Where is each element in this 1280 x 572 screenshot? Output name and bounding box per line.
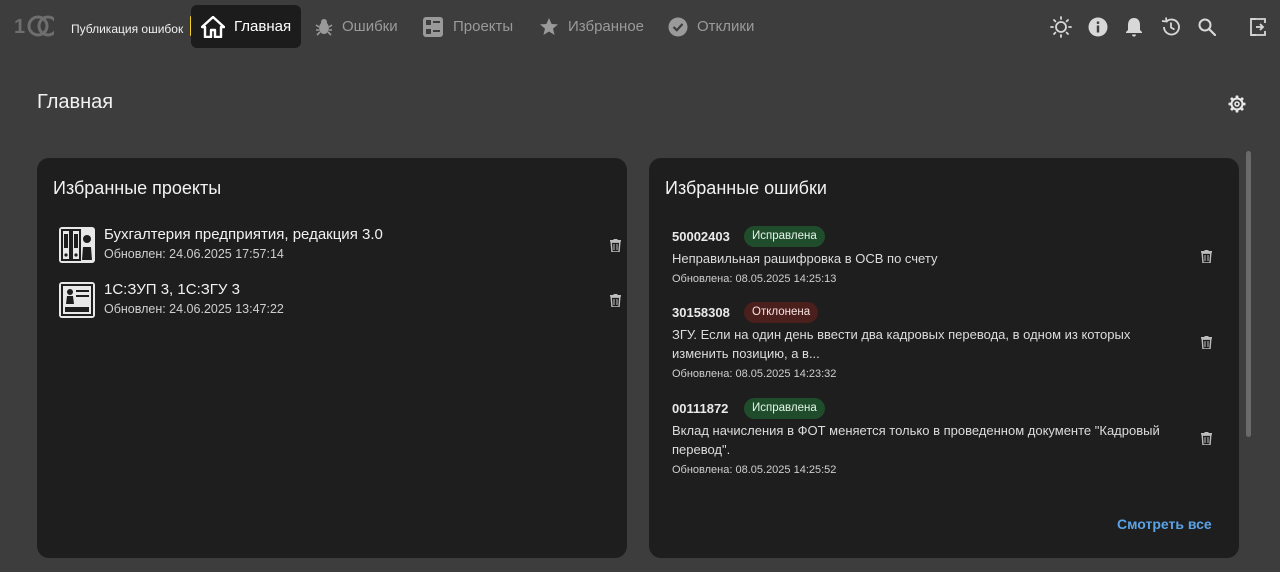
bug-icon — [315, 18, 333, 36]
error-description: Вклад начисления в ФОТ меняется только в… — [672, 421, 1172, 459]
project-name[interactable]: 1С:ЗУП 3, 1С:ЗГУ 3 — [104, 281, 240, 298]
top-bar: 1 Публикация ошибок Главная Ошибки Проек… — [0, 0, 1280, 54]
error-description-line: перевод". — [672, 442, 731, 457]
error-updated: Обновлена: 08.05.2025 14:25:13 — [672, 273, 837, 285]
error-description: Неправильная рашифровка в ОСВ по счету — [672, 249, 1172, 268]
project-item[interactable]: Бухгалтерия предприятия, редакция 3.0 Об… — [59, 225, 621, 265]
nav-responses[interactable]: Отклики — [668, 5, 754, 48]
logo-icon: 1 — [14, 15, 60, 37]
favorite-errors-card: Избранные ошибки 50002403 Исправлена Неп… — [649, 158, 1239, 558]
error-updated: Обновлена: 08.05.2025 14:25:52 — [672, 464, 837, 476]
star-icon — [539, 17, 559, 37]
error-id[interactable]: 50002403 — [672, 229, 730, 244]
bell-icon — [1126, 18, 1142, 37]
logout-icon — [1250, 18, 1266, 36]
search-icon — [1198, 18, 1216, 36]
page-scrollbar[interactable] — [1246, 151, 1251, 437]
svg-text:1: 1 — [14, 16, 25, 37]
nav-responses-label: Отклики — [697, 18, 755, 35]
error-description-line: изменить позицию, а в... — [672, 346, 820, 361]
remove-favorite-button[interactable] — [1199, 431, 1213, 445]
nav-favorites[interactable]: Избранное — [539, 5, 644, 48]
history-icon — [1161, 17, 1180, 36]
info-button[interactable] — [1087, 16, 1109, 38]
favorite-projects-card: Избранные проекты Бухгалтерия предприяти… — [37, 158, 627, 558]
project-updated: Обновлен: 24.06.2025 17:57:14 — [104, 247, 284, 261]
home-icon — [201, 15, 225, 38]
remove-favorite-button[interactable] — [1199, 335, 1213, 349]
error-updated: Обновлена: 08.05.2025 14:23:32 — [672, 368, 837, 380]
nav-projects[interactable]: Проекты — [422, 5, 513, 48]
error-id[interactable]: 00111872 — [672, 401, 728, 416]
remove-favorite-button[interactable] — [608, 293, 622, 307]
remove-favorite-button[interactable] — [608, 238, 622, 252]
hr-project-icon — [59, 282, 95, 318]
error-description: ЗГУ. Если на один день ввести два кадров… — [672, 325, 1172, 363]
history-button[interactable] — [1160, 16, 1182, 38]
trash-icon — [609, 238, 621, 252]
trash-icon — [1200, 335, 1212, 349]
check-circle-icon — [668, 17, 688, 37]
theme-sun-icon — [1050, 16, 1072, 38]
projects-icon — [422, 16, 444, 38]
status-badge: Исправлена — [744, 226, 825, 247]
trash-icon — [1200, 249, 1212, 263]
nav-errors-label: Ошибки — [342, 18, 398, 35]
nav-errors[interactable]: Ошибки — [315, 5, 398, 48]
favorite-errors-title: Избранные ошибки — [665, 178, 827, 198]
logout-button[interactable] — [1247, 16, 1269, 38]
accounting-project-icon — [59, 227, 95, 263]
app-title: Публикация ошибок — [71, 22, 184, 36]
status-badge: Исправлена — [744, 398, 825, 419]
nav-home[interactable]: Главная — [191, 5, 302, 48]
nav-home-label: Главная — [234, 18, 292, 35]
error-id[interactable]: 30158308 — [672, 305, 730, 320]
search-button[interactable] — [1196, 16, 1218, 38]
favorite-projects-title: Избранные проекты — [53, 178, 222, 198]
project-name[interactable]: Бухгалтерия предприятия, редакция 3.0 — [104, 226, 383, 243]
trash-icon — [1200, 431, 1212, 445]
trash-icon — [609, 293, 621, 307]
theme-toggle-button[interactable] — [1050, 16, 1072, 38]
error-description-line: Неправильная рашифровка в ОСВ по счету — [672, 251, 938, 266]
page-title: Главная — [37, 91, 114, 113]
gear-icon — [1228, 95, 1246, 113]
error-description-line: Вклад начисления в ФОТ меняется только в… — [672, 423, 1160, 438]
info-icon — [1088, 17, 1108, 37]
project-item[interactable]: 1С:ЗУП 3, 1С:ЗГУ 3 Обновлен: 24.06.2025 … — [59, 280, 621, 320]
page-settings-button[interactable] — [1227, 94, 1247, 114]
error-description-line: ЗГУ. Если на один день ввести два кадров… — [672, 327, 1131, 342]
see-all-link[interactable]: Смотреть все — [1117, 516, 1212, 532]
nav-favorites-label: Избранное — [568, 18, 645, 35]
status-badge: Отклонена — [744, 302, 819, 323]
remove-favorite-button[interactable] — [1199, 249, 1213, 263]
logo-1c[interactable]: 1 — [14, 14, 60, 38]
nav-projects-label: Проекты — [453, 18, 514, 35]
notifications-button[interactable] — [1123, 16, 1145, 38]
project-updated: Обновлен: 24.06.2025 13:47:22 — [104, 302, 284, 316]
